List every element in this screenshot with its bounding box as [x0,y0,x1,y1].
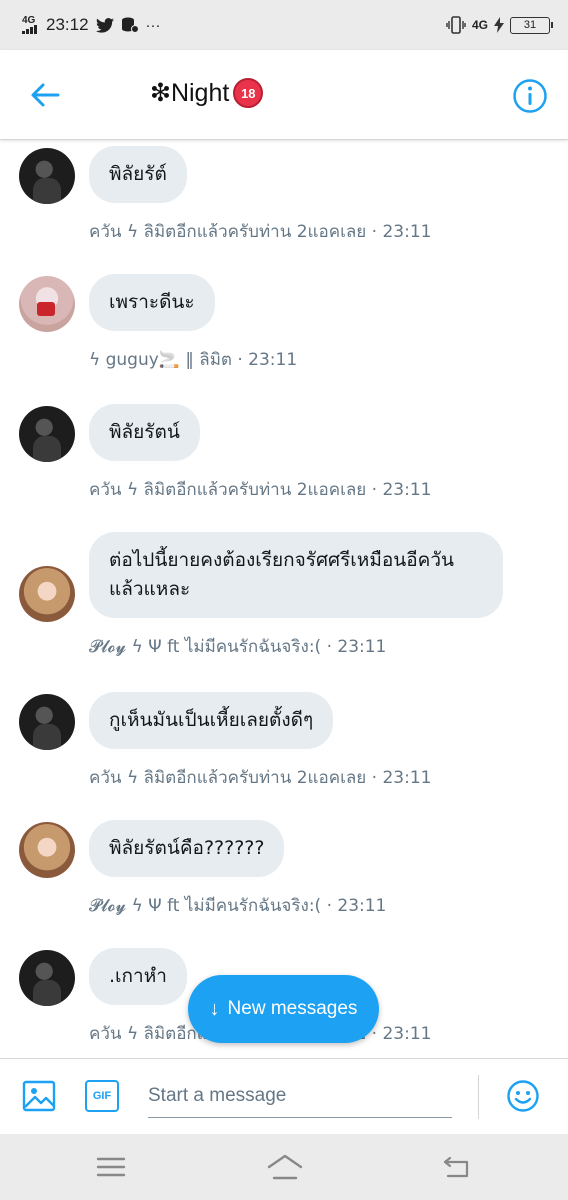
message-bubble[interactable]: .เกาหำ [89,948,187,1005]
message-bubble[interactable]: เพราะดีนะ [89,274,215,331]
message-meta: ควัน ϟ ลิมิตอีกแล้วครับท่าน 2แอคเลย · 23… [89,222,432,242]
status-bar: 4G 23:12 ··· 4G 31 [0,0,568,50]
signal-bars-icon [22,25,37,34]
avatar[interactable] [19,566,75,622]
gif-button[interactable]: GIF [85,1080,119,1112]
avatar[interactable] [19,276,75,332]
composer-divider [478,1075,479,1119]
recent-apps-icon[interactable] [96,1156,126,1178]
storage-icon [121,17,139,33]
avatar[interactable] [19,950,75,1006]
new-messages-label: New messages [227,998,358,1019]
info-icon[interactable] [512,78,548,114]
battery-level: 31 [523,19,537,31]
conversation-name: ❇Night [150,79,230,107]
message-bubble[interactable]: ต่อไปนี้ยายคงต้องเรียกจรัศศรีเหมือนอีควั… [89,532,503,618]
image-icon[interactable] [22,1079,56,1113]
message-list[interactable]: พิลัยรัต์ ควัน ϟ ลิมิตอีกแล้วครับท่าน 2แ… [0,140,568,1058]
new-messages-button[interactable]: ↓ New messages [188,975,379,1043]
system-back-icon[interactable] [442,1154,472,1180]
home-icon[interactable] [266,1152,304,1182]
message-bubble[interactable]: พิลัยรัตน์คือ?????? [89,820,285,877]
message-meta: ควัน ϟ ลิมิตอีกแล้วครับท่าน 2แอคเลย · 23… [89,480,432,500]
avatar[interactable] [19,406,75,462]
message-meta: 𝓟𝓵𝓸𝔂 ϟ Ψ ft ไม่มีคนรักฉันจริง:( · 23:11 [89,896,387,916]
battery-icon: 31 [510,16,553,34]
avatar[interactable] [19,822,75,878]
back-arrow-icon[interactable] [28,78,62,112]
more-notifications-icon: ··· [145,16,161,34]
signal-indicator: 4G [22,16,37,34]
message-meta: ควัน ϟ ลิมิตอีกแล้วครับท่าน 2แอคเลย · 23… [89,768,432,788]
emoji-icon[interactable] [506,1079,540,1113]
avatar[interactable] [19,694,75,750]
vibrate-icon [446,16,466,34]
gif-label: GIF [92,1090,112,1102]
system-nav-bar [0,1134,568,1200]
message-bubble[interactable]: กูเห็นมันเป็นเหี้ยเลยตั้งดีๆ [89,692,334,749]
age-18-badge-icon: 18 [233,78,264,108]
avatar[interactable] [19,148,75,204]
conversation-header: ❇Night 18 [0,50,568,140]
charging-icon [494,17,504,33]
message-composer: GIF [0,1058,568,1134]
network-type: 4G [22,15,36,26]
conversation-title[interactable]: ❇Night 18 [150,78,264,108]
message-bubble[interactable]: พิลัยรัตน์ [89,404,200,461]
message-bubble[interactable]: พิลัยรัต์ [89,146,187,203]
twitter-bird-icon [95,17,114,33]
message-meta: 𝓟𝓵𝓸𝔂 ϟ Ψ ft ไม่มีคนรักฉันจริง:( · 23:11 [89,637,387,657]
status-time: 23:12 [46,15,89,34]
arrow-down-icon: ↓ [209,997,220,1020]
network-type-right: 4G [471,18,488,32]
message-input[interactable] [148,1074,452,1118]
message-meta: ϟ guguy🚬 ‖ ลิมิต · 23:11 [89,350,298,370]
